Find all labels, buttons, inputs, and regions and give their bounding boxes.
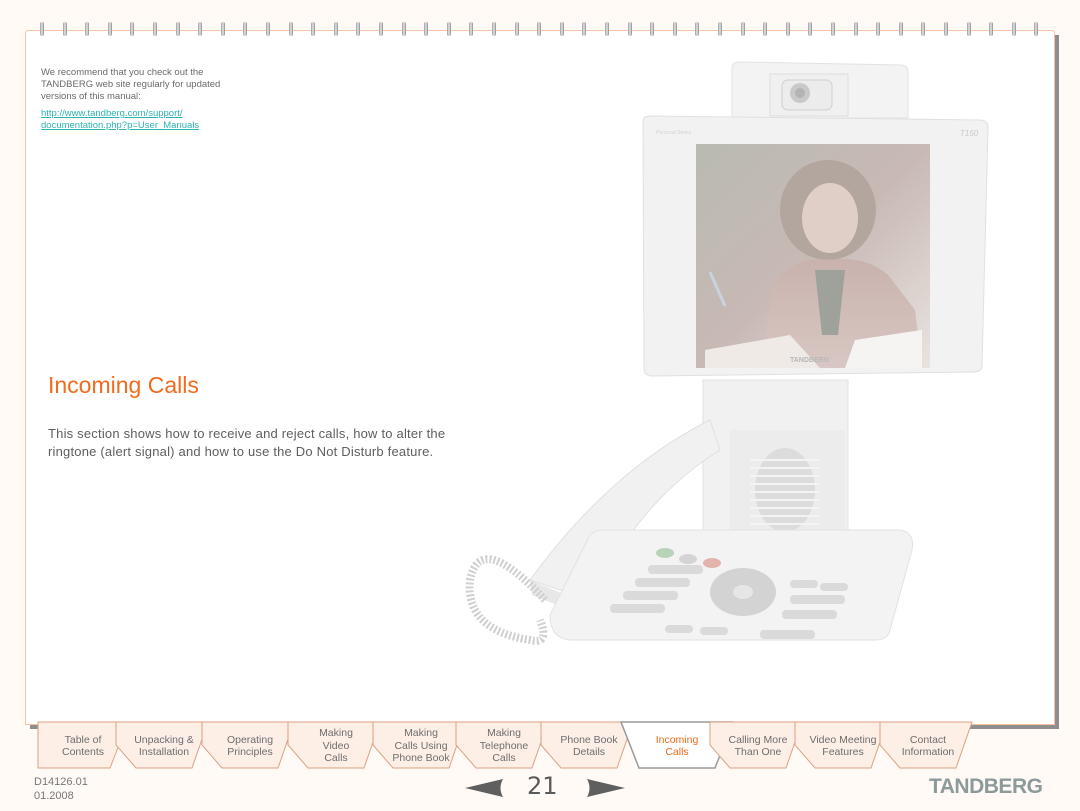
- pager: 21: [455, 770, 625, 804]
- tab-label: Calling More Than One: [728, 733, 788, 759]
- binding-ring: [1034, 22, 1039, 36]
- intro-note: We recommend that you check out the TAND…: [41, 67, 271, 132]
- binding-ring: [537, 22, 542, 36]
- monitor: TANDBERG T150 Personal Series: [642, 115, 989, 377]
- binding-ring: [514, 22, 519, 36]
- binding-ring: [1011, 22, 1016, 36]
- arrow-right-icon[interactable]: [585, 779, 625, 797]
- arrow-left-icon[interactable]: [465, 779, 505, 797]
- binding-ring: [559, 22, 564, 36]
- binding-ring: [243, 22, 248, 36]
- binding-ring: [740, 22, 745, 36]
- intro-text-line: We recommend that you check out the: [41, 67, 204, 78]
- tab-label: Contact Information: [901, 733, 955, 759]
- intro-text-line: TANDBERG web site regularly for updated: [41, 79, 221, 90]
- link-line[interactable]: documentation.php?p=User_Manuals: [41, 120, 199, 131]
- spiral-binding: [0, 22, 1080, 38]
- binding-ring: [288, 22, 293, 36]
- tab-operating-principles[interactable]: Operating Principles: [201, 721, 296, 770]
- section-title: Incoming Calls: [48, 372, 199, 398]
- binding-ring: [989, 22, 994, 36]
- binding-ring: [605, 22, 609, 36]
- binding-ring: [492, 22, 496, 36]
- tab-label: Unpacking & Installation: [134, 733, 194, 759]
- intro-text-line: versions of this manual:: [41, 91, 141, 102]
- tab-label: Making Video Calls: [319, 727, 353, 765]
- binding-ring: [898, 22, 903, 36]
- tab-label: Incoming Calls: [655, 733, 699, 759]
- binding-ring: [356, 22, 361, 36]
- tandberg-logo: TANDBERG: [929, 775, 1043, 798]
- binding-ring: [582, 22, 587, 36]
- binding-ring: [650, 22, 655, 36]
- binding-ring: [311, 22, 316, 36]
- binding-ring: [672, 22, 677, 36]
- binding-ring: [944, 22, 948, 36]
- binding-ring: [220, 22, 225, 36]
- binding-ring: [695, 22, 700, 36]
- binding-ring: [379, 22, 383, 36]
- binding-ring: [424, 22, 429, 36]
- tab-label: Table of Contents: [61, 733, 105, 759]
- tab-label: Making Calls Using Phone Book: [392, 727, 450, 765]
- binding-ring: [85, 22, 90, 36]
- tab-label: Operating Principles: [226, 733, 274, 759]
- binding-ring: [40, 22, 44, 36]
- series-label: Personal Series: [656, 130, 692, 136]
- binding-ring: [876, 22, 881, 36]
- tab-calling-more-than-one[interactable]: Calling More Than One: [709, 721, 804, 770]
- binding-ring: [808, 22, 813, 36]
- tab-label: Making Telephone Calls: [479, 727, 529, 765]
- binding-ring: [627, 22, 632, 36]
- binding-ring: [107, 22, 112, 36]
- camera-icon: [731, 61, 909, 119]
- binding-ring: [831, 22, 835, 36]
- phone-illustration: TANDBERG T150 Personal Series: [465, 61, 989, 645]
- binding-ring: [469, 22, 474, 36]
- binding-ring: [153, 22, 157, 36]
- binding-ring: [966, 22, 971, 36]
- tab-phone-book-details[interactable]: Phone Book Details: [540, 721, 635, 770]
- binding-ring: [853, 22, 858, 36]
- doc-number: D14126.01: [34, 776, 88, 788]
- binding-ring: [333, 22, 338, 36]
- manuals-link[interactable]: http://www.tandberg.com/support/ documen…: [41, 108, 271, 132]
- binding-ring: [175, 22, 180, 36]
- binding-ring: [266, 22, 270, 36]
- binding-ring: [763, 22, 768, 36]
- model-label: T150: [960, 129, 979, 138]
- tab-video-meeting-features[interactable]: Video Meeting Features: [794, 721, 889, 770]
- binding-ring: [198, 22, 203, 36]
- tab-making-telephone-calls[interactable]: Making Telephone Calls: [455, 721, 550, 770]
- page-number: 21: [527, 772, 558, 800]
- binding-ring: [718, 22, 722, 36]
- navigation-dial-icon: [710, 568, 776, 616]
- binding-ring: [401, 22, 406, 36]
- section-description: This section shows how to receive and re…: [48, 426, 446, 459]
- section-tabs: Table of Contents Unpacking & Installatio…: [0, 721, 1080, 774]
- binding-ring: [446, 22, 451, 36]
- link-line[interactable]: http://www.tandberg.com/support/: [41, 108, 183, 119]
- document-info: D14126.01 01.2008: [34, 775, 88, 803]
- monitor-brand-label: TANDBERG: [790, 357, 830, 364]
- tab-unpacking-installation[interactable]: Unpacking & Installation: [115, 721, 210, 770]
- tab-contact-information[interactable]: Contact Information: [879, 721, 974, 770]
- binding-ring: [785, 22, 790, 36]
- tab-making-calls-using-phone-book[interactable]: Making Calls Using Phone Book: [372, 721, 467, 770]
- binding-ring: [921, 22, 926, 36]
- binding-ring: [130, 22, 135, 36]
- tab-making-video-calls[interactable]: Making Video Calls: [287, 721, 382, 770]
- tab-label: Phone Book Details: [560, 733, 618, 759]
- doc-date: 01.2008: [34, 790, 74, 802]
- tab-label: Video Meeting Features: [809, 733, 877, 759]
- binding-ring: [62, 22, 67, 36]
- tab-table-of-contents[interactable]: Table of Contents: [37, 721, 129, 770]
